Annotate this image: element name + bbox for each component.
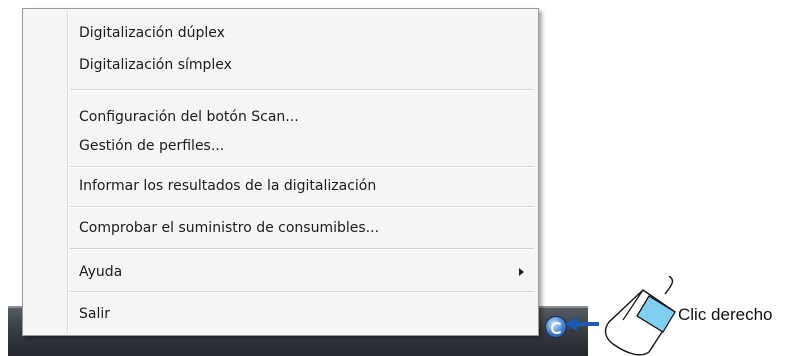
menu-separator — [70, 291, 534, 293]
context-menu: Digitalización dúplex Digitalización sím… — [22, 8, 539, 336]
menu-item-report-scan-results[interactable]: Informar los resultados de la digitaliza… — [79, 177, 376, 195]
menu-item-simplex-scan[interactable]: Digitalización símplex — [79, 56, 232, 74]
menu-item-check-consumables[interactable]: Comprobar el suministro de consumibles..… — [79, 219, 379, 237]
menu-item-scan-button-settings[interactable]: Configuración del botón Scan... — [79, 108, 299, 126]
menu-separator — [70, 248, 534, 250]
scanner-tray-icon[interactable] — [545, 316, 567, 338]
menu-separator — [70, 206, 534, 208]
menu-separator — [70, 166, 534, 168]
menu-item-profile-management[interactable]: Gestión de perfiles... — [79, 137, 224, 155]
menu-separator — [70, 89, 534, 91]
right-click-label: Clic derecho — [678, 305, 773, 324]
mouse-right-click-icon — [604, 276, 676, 356]
menu-item-duplex-scan[interactable]: Digitalización dúplex — [79, 24, 225, 42]
menu-gutter — [67, 11, 69, 333]
submenu-arrow-icon — [519, 268, 524, 276]
menu-item-exit[interactable]: Salir — [79, 305, 110, 323]
pointer-arrow-icon — [565, 317, 599, 331]
menu-item-help[interactable]: Ayuda — [79, 263, 122, 281]
